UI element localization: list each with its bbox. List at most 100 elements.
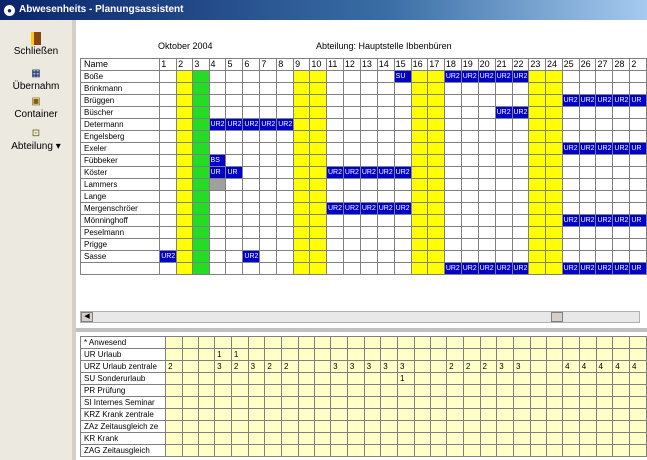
day-cell[interactable] [359, 226, 378, 239]
day-cell[interactable] [393, 262, 412, 275]
day-cell[interactable] [612, 226, 631, 239]
day-header[interactable]: 25 [561, 58, 580, 71]
day-cell[interactable] [494, 94, 513, 107]
day-cell[interactable] [293, 106, 311, 119]
day-cell[interactable] [159, 70, 178, 83]
day-cell[interactable] [595, 106, 614, 119]
day-cell[interactable] [561, 106, 580, 119]
day-cell[interactable] [225, 130, 244, 143]
day-cell[interactable] [528, 262, 547, 275]
day-cell[interactable] [159, 238, 178, 251]
day-cell[interactable] [225, 82, 244, 95]
day-cell[interactable] [528, 190, 547, 203]
day-cell[interactable] [325, 226, 344, 239]
day-cell[interactable] [460, 154, 479, 167]
close-button[interactable]: Schließen [0, 32, 72, 57]
day-cell[interactable] [595, 166, 614, 179]
day-cell[interactable] [427, 190, 445, 203]
day-cell[interactable] [225, 94, 244, 107]
day-cell[interactable] [159, 202, 178, 215]
employee-row[interactable]: Mergenschröer UR2 UR2 UR2 UR2 UR2 [79, 202, 647, 215]
day-cell[interactable] [309, 118, 327, 131]
day-cell[interactable] [494, 214, 513, 227]
absence-entry[interactable]: UR2 [376, 166, 395, 179]
employee-row[interactable]: Mönninghoff UR2 UR2 UR2 UR2 UR [79, 214, 647, 227]
day-cell[interactable] [410, 214, 429, 227]
day-cell[interactable] [561, 238, 580, 251]
day-cell[interactable] [545, 82, 563, 95]
day-cell[interactable] [276, 226, 295, 239]
day-cell[interactable] [612, 82, 631, 95]
day-cell[interactable] [494, 118, 513, 131]
day-cell[interactable] [427, 118, 445, 131]
day-cell[interactable] [176, 70, 194, 83]
day-cell[interactable] [427, 94, 445, 107]
day-cell[interactable] [159, 190, 178, 203]
day-cell[interactable] [293, 226, 311, 239]
day-cell[interactable] [494, 250, 513, 263]
day-cell[interactable] [276, 94, 295, 107]
day-cell[interactable] [427, 226, 445, 239]
day-cell[interactable] [545, 226, 563, 239]
day-cell[interactable] [176, 82, 194, 95]
day-cell[interactable] [511, 226, 530, 239]
day-cell[interactable] [359, 130, 378, 143]
day-cell[interactable] [325, 142, 344, 155]
day-cell[interactable] [325, 130, 344, 143]
day-cell[interactable] [259, 202, 278, 215]
day-cell[interactable] [325, 82, 344, 95]
absence-entry[interactable]: UR2 [276, 118, 295, 131]
day-cell[interactable] [443, 118, 462, 131]
day-cell[interactable] [511, 118, 530, 131]
day-cell[interactable] [545, 142, 563, 155]
day-cell[interactable] [443, 94, 462, 107]
day-cell[interactable] [159, 226, 178, 239]
absence-entry[interactable]: UR2 [342, 166, 361, 179]
day-cell[interactable] [309, 178, 327, 191]
day-cell[interactable] [460, 82, 479, 95]
day-cell[interactable] [511, 190, 530, 203]
day-cell[interactable] [325, 262, 344, 275]
day-cell[interactable] [393, 226, 412, 239]
day-cell[interactable] [629, 238, 647, 251]
day-cell[interactable] [595, 190, 614, 203]
absence-entry[interactable]: UR [629, 94, 647, 107]
day-cell[interactable] [293, 178, 311, 191]
day-cell[interactable] [410, 94, 429, 107]
day-cell[interactable] [427, 130, 445, 143]
day-cell[interactable] [293, 238, 311, 251]
absence-entry[interactable]: UR2 [494, 70, 513, 83]
day-cell[interactable] [494, 142, 513, 155]
employee-row[interactable]: UR2 UR2 UR2 UR2 UR2 UR2 UR2 UR2 UR2 UR [79, 262, 647, 275]
day-cell[interactable] [176, 118, 194, 131]
day-cell[interactable] [242, 238, 261, 251]
day-cell[interactable] [242, 202, 261, 215]
employee-row[interactable]: Lange [79, 190, 647, 203]
day-cell[interactable] [159, 94, 178, 107]
day-cell[interactable] [176, 238, 194, 251]
day-cell[interactable] [578, 118, 597, 131]
day-header[interactable]: 19 [460, 58, 479, 71]
day-cell[interactable] [629, 130, 647, 143]
day-cell[interactable] [293, 214, 311, 227]
day-cell[interactable] [342, 70, 361, 83]
day-cell[interactable] [309, 250, 327, 263]
day-cell[interactable] [242, 70, 261, 83]
day-cell[interactable] [612, 106, 631, 119]
day-cell[interactable] [511, 214, 530, 227]
day-cell[interactable] [410, 250, 429, 263]
day-cell[interactable] [427, 70, 445, 83]
day-cell[interactable] [242, 214, 261, 227]
day-cell[interactable] [443, 82, 462, 95]
day-cell[interactable] [342, 214, 361, 227]
day-cell[interactable] [359, 82, 378, 95]
day-cell[interactable] [460, 190, 479, 203]
employee-row[interactable]: Fübbeker BS [79, 154, 647, 167]
day-cell[interactable] [561, 178, 580, 191]
day-cell[interactable] [159, 130, 178, 143]
day-cell[interactable] [259, 166, 278, 179]
day-cell[interactable] [359, 70, 378, 83]
absence-entry[interactable]: UR2 [578, 262, 597, 275]
absence-entry[interactable]: UR2 [259, 118, 278, 131]
absence-entry[interactable]: UR [208, 166, 227, 179]
